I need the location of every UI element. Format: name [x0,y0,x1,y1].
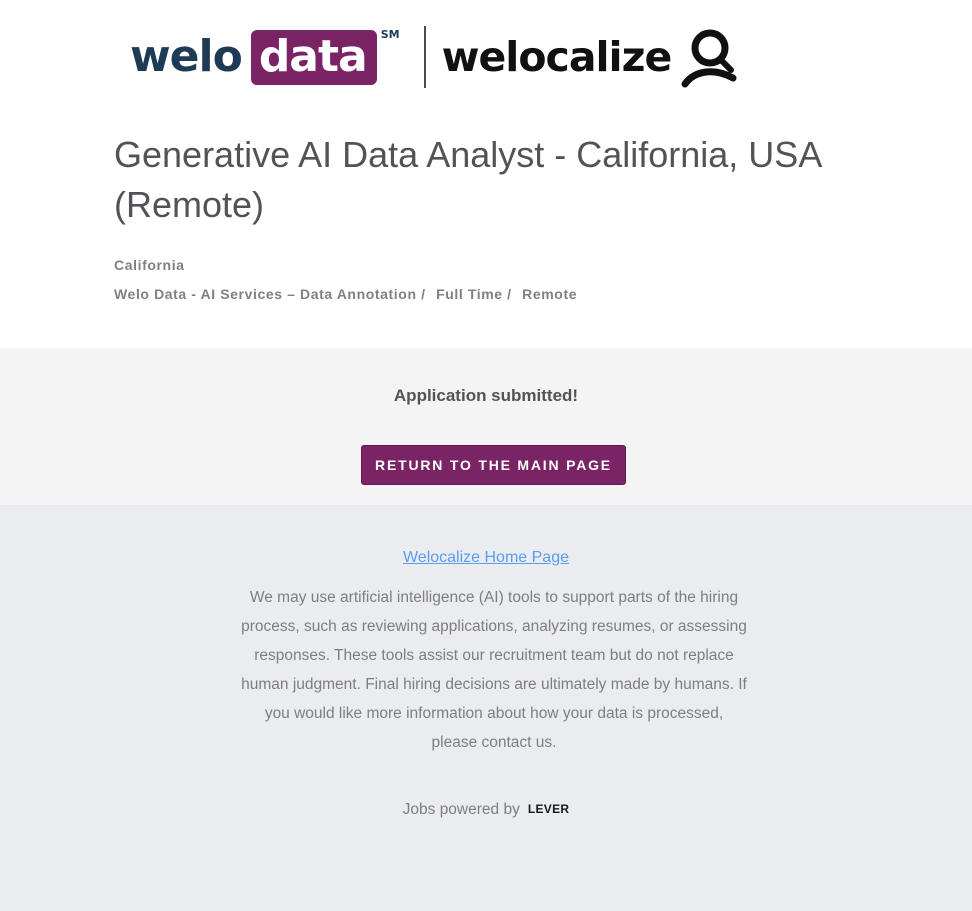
page-footer: Welocalize Home Page We may use artifici… [0,505,972,911]
job-categories: Welo Data - AI Services – Data Annotatio… [114,286,577,302]
company-logo[interactable]: welo data SM welocalize [130,24,741,90]
powered-by-text: Jobs powered by [402,801,520,818]
home-page-link: Welocalize Home Page [0,549,972,567]
return-main-page-button[interactable]: RETURN TO THE MAIN PAGE [361,445,626,485]
welocalize-mark-icon [681,29,737,88]
lever-logo[interactable]: LEVER [528,802,570,816]
header-section: welo data SM welocalize Generative AI Da… [0,0,972,348]
job-team: Welo Data - AI Services – Data Annotatio… [114,286,426,302]
job-location: California [114,257,185,273]
logo-welocalize-text: welocalize [441,32,673,81]
job-commitment: Full Time / [436,286,512,302]
submitted-message: Application submitted! [393,386,579,405]
powered-by: Jobs powered by LEVER [0,801,972,819]
logo-data-box: data [250,29,377,85]
logo-service-mark: SM [380,28,400,41]
welocalize-home-link[interactable]: Welocalize Home Page [403,549,569,566]
logo-divider [423,26,426,88]
job-workplace: Remote [522,286,578,302]
confirmation-section: Application submitted! RETURN TO THE MAI… [0,348,972,505]
logo-data-text: data [258,31,368,82]
logo-welo-text: welo [130,31,243,82]
ai-usage-notice: We may use artificial intelligence (AI) … [241,589,747,751]
job-title: Generative AI Data Analyst - California,… [114,134,821,225]
